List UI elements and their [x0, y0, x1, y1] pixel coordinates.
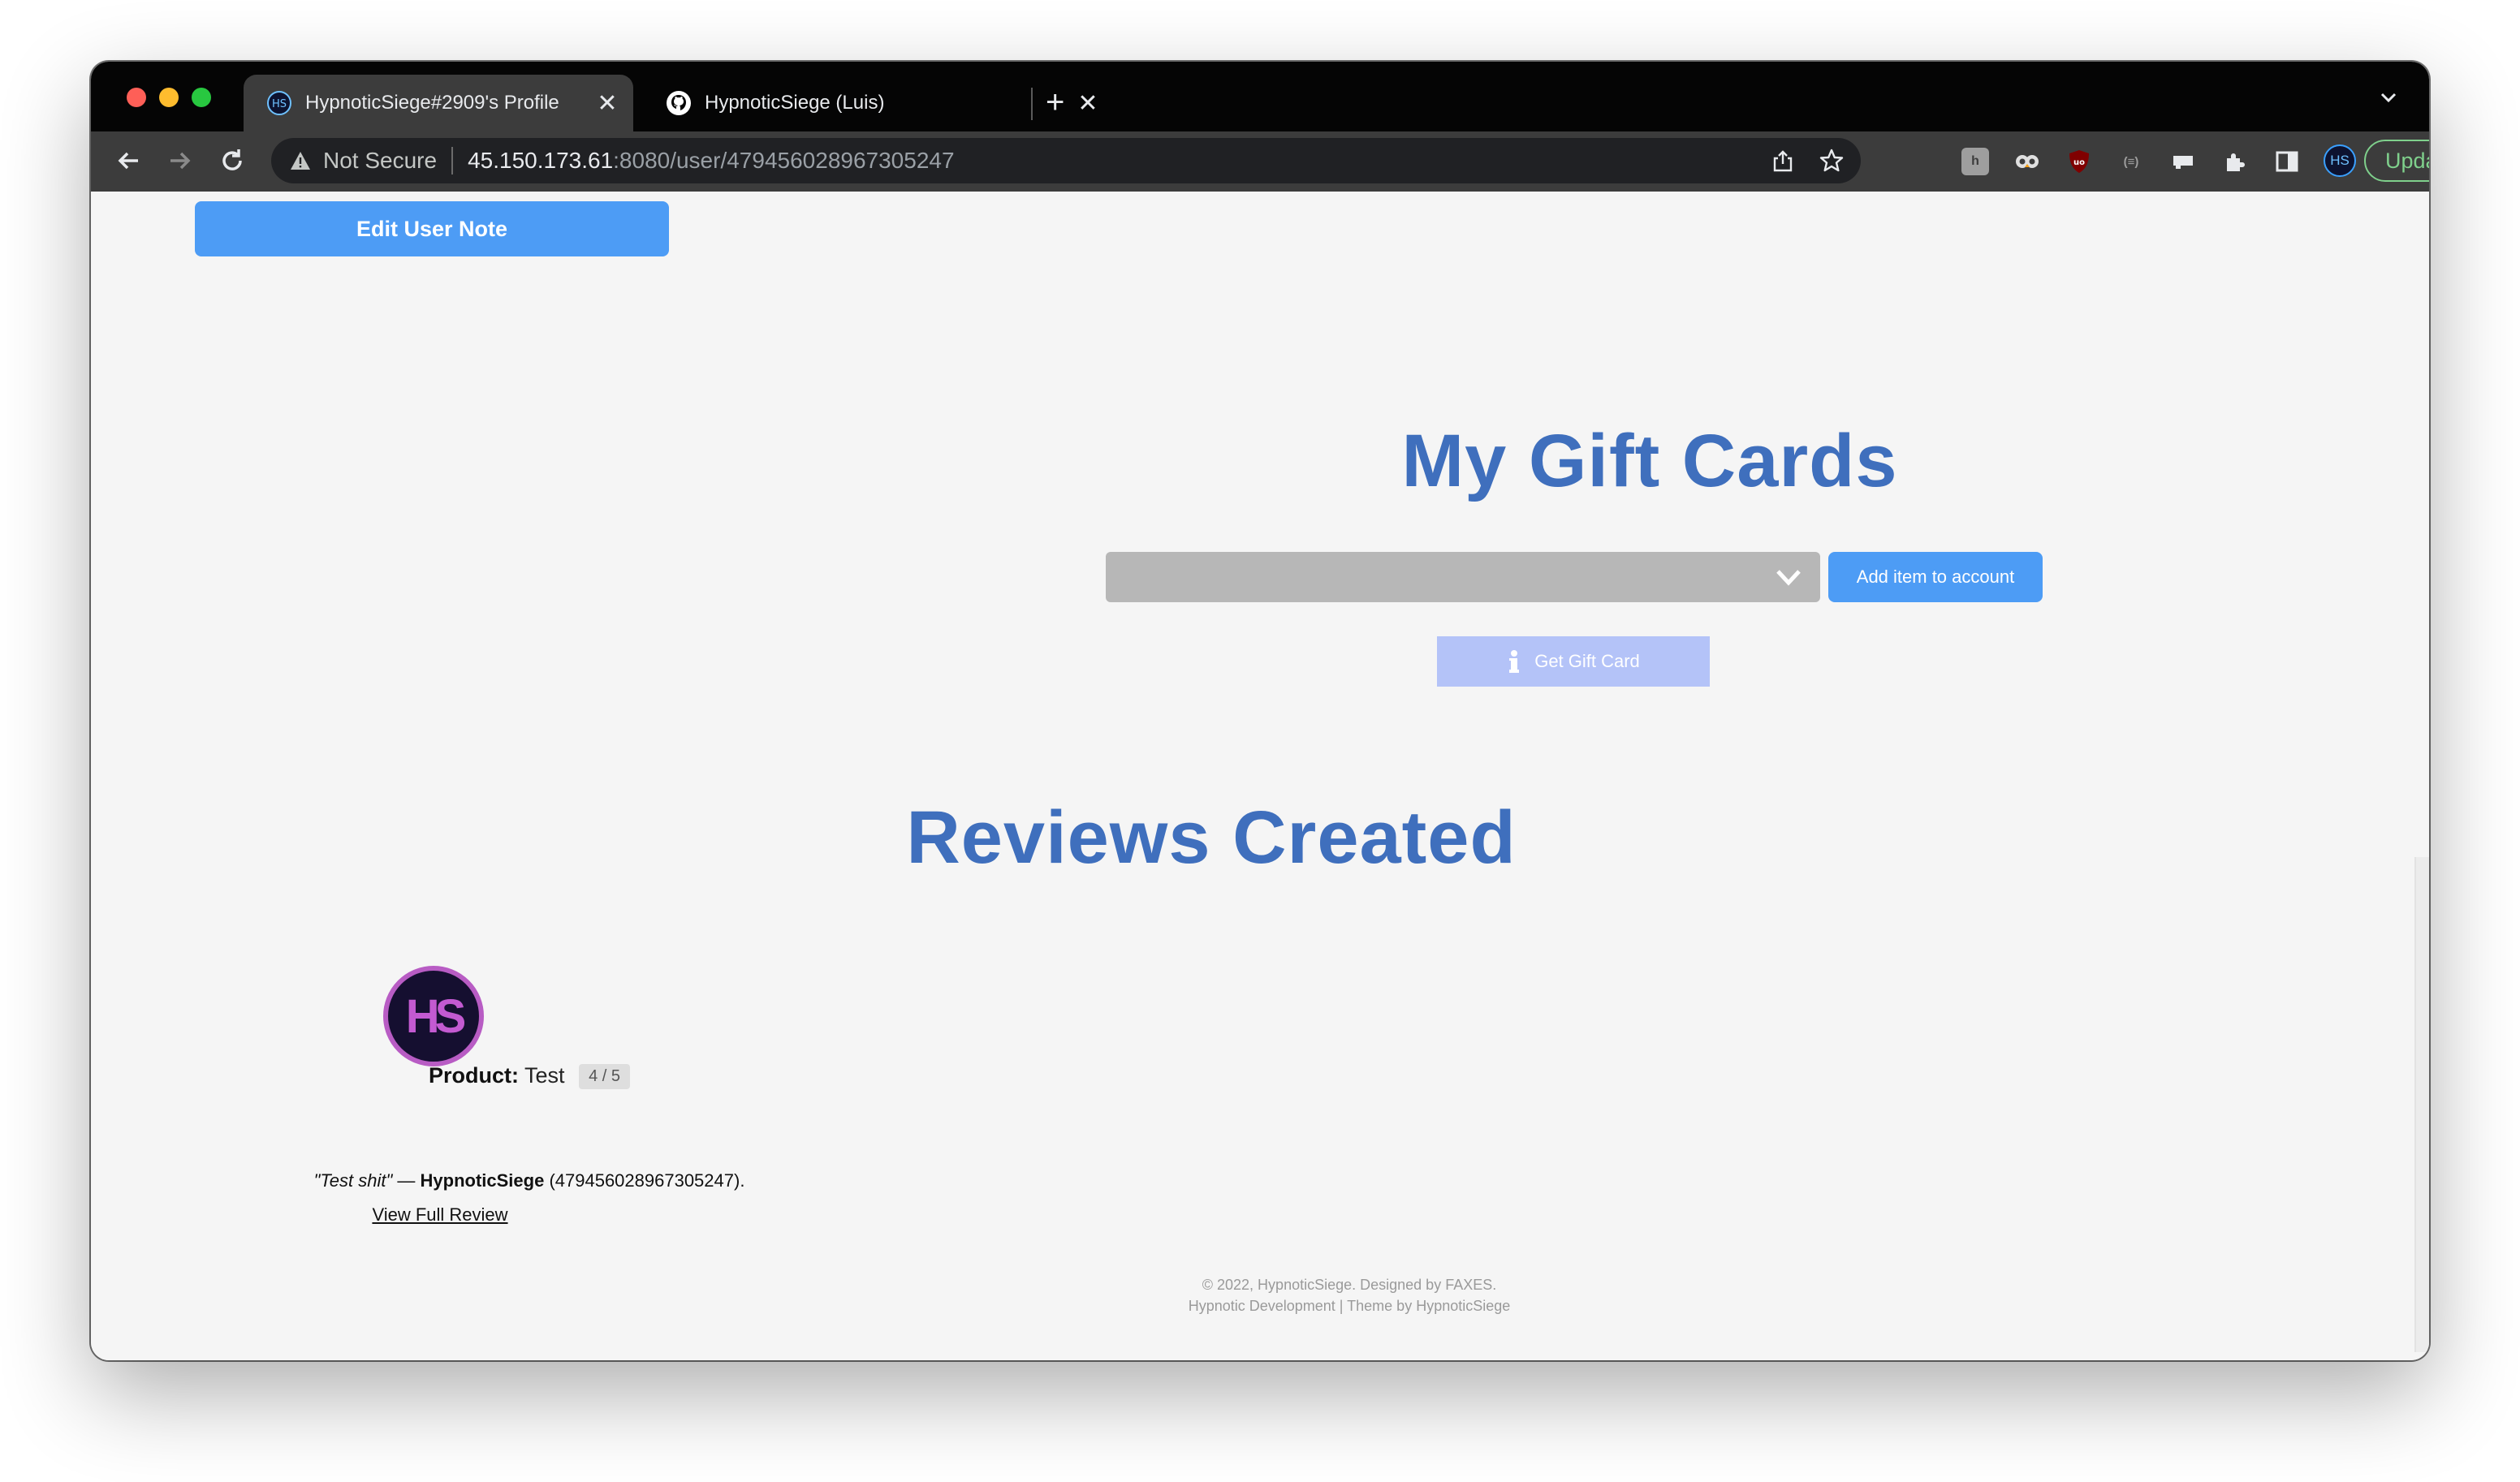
- extension-window-icon[interactable]: [2169, 148, 2197, 175]
- omnibox-divider: [451, 147, 454, 174]
- svg-text:uo: uo: [2073, 158, 2085, 167]
- window-close-button[interactable]: [127, 88, 146, 107]
- reload-icon[interactable]: [216, 144, 248, 177]
- bookmark-star-icon[interactable]: [1819, 148, 1845, 174]
- tab-search-chevron-icon[interactable]: [2377, 86, 2400, 109]
- hypnoticsiege-icon: HS: [267, 91, 291, 115]
- page-content: Edit User Note My Gift Cards Add item to…: [91, 192, 2429, 1360]
- window-minimize-button[interactable]: [159, 88, 179, 107]
- chevron-down-icon: [1776, 570, 1801, 586]
- tab-close-icon[interactable]: ✕: [591, 89, 624, 118]
- back-arrow-icon[interactable]: [112, 144, 145, 177]
- product-name: Test: [524, 1063, 565, 1088]
- review-author: HypnoticSiege: [420, 1170, 545, 1191]
- tab-github[interactable]: HypnoticSiege (Luis) ✕: [643, 75, 1114, 131]
- window-maximize-button[interactable]: [192, 88, 211, 107]
- extension-grey-icon[interactable]: h: [1961, 148, 1989, 175]
- tab-divider: [1031, 88, 1033, 120]
- tab-close-icon[interactable]: ✕: [1072, 89, 1104, 118]
- extension-brackets-icon[interactable]: (≡): [2117, 148, 2145, 175]
- extensions-puzzle-icon[interactable]: [2221, 148, 2249, 175]
- gift-card-select[interactable]: [1106, 552, 1820, 602]
- address-bar[interactable]: Not Secure 45.150.173.61 :8080/user/4794…: [271, 138, 1861, 183]
- reviewer-avatar: HS: [383, 966, 484, 1066]
- url-host: 45.150.173.61: [468, 148, 614, 173]
- avatar-initials: HS: [405, 989, 467, 1043]
- browser-window: HS HypnoticSiege#2909's Profile ✕ Hypnot…: [91, 62, 2429, 1360]
- tab-title: HypnoticSiege (Luis): [705, 92, 885, 114]
- reviews-title: Reviews Created: [906, 796, 1517, 879]
- update-button[interactable]: Update ⋮: [2364, 140, 2429, 182]
- get-gift-card-button[interactable]: Get Gift Card: [1437, 636, 1710, 687]
- ublock-icon[interactable]: uo: [2065, 148, 2093, 175]
- browser-toolbar: Not Secure 45.150.173.61 :8080/user/4794…: [91, 131, 2429, 192]
- extension-owl-icon[interactable]: [2013, 148, 2041, 175]
- edit-user-note-button[interactable]: Edit User Note: [195, 201, 669, 256]
- footer-credits: Hypnotic Development | Theme by Hypnotic…: [1188, 1298, 1511, 1314]
- tab-strip: HS HypnoticSiege#2909's Profile ✕ Hypnot…: [91, 62, 2429, 131]
- profile-avatar[interactable]: HS: [2324, 144, 2356, 177]
- footer-copyright: © 2022, HypnoticSiege. Designed by FAXES…: [1202, 1277, 1497, 1293]
- product-label: Product:: [429, 1063, 519, 1088]
- gift-cards-title: My Gift Cards: [1401, 420, 1898, 502]
- svg-text:HS: HS: [272, 98, 287, 110]
- url-path: :8080/user/479456028967305247: [613, 148, 955, 173]
- side-panel-icon[interactable]: [2273, 148, 2301, 175]
- info-icon: [1509, 650, 1520, 673]
- footer: © 2022, HypnoticSiege. Designed by FAXES…: [1025, 1274, 1674, 1316]
- view-full-review-link[interactable]: View Full Review: [367, 1204, 513, 1226]
- review-product: Product: Test 4 / 5: [286, 1063, 773, 1090]
- tab-profile[interactable]: HS HypnoticSiege#2909's Profile ✕: [244, 75, 633, 131]
- rating-badge: 4 / 5: [579, 1064, 630, 1090]
- quote-text: "Test shit": [313, 1170, 393, 1191]
- tab-title: HypnoticSiege#2909's Profile: [305, 92, 559, 114]
- review-author-id: (479456028967305247).: [544, 1170, 745, 1191]
- new-tab-button[interactable]: +: [1046, 83, 1064, 122]
- quote-dash: —: [392, 1170, 421, 1191]
- scrollbar[interactable]: [2414, 857, 2429, 1352]
- get-gift-card-label: Get Gift Card: [1534, 651, 1640, 671]
- share-icon[interactable]: [1771, 149, 1794, 172]
- review-quote: "Test shit" — HypnoticSiege (47945602896…: [205, 1170, 854, 1191]
- forward-arrow-icon[interactable]: [164, 144, 196, 177]
- update-label: Update: [2385, 148, 2429, 173]
- security-label[interactable]: Not Secure: [323, 148, 437, 174]
- warning-icon[interactable]: [289, 149, 312, 172]
- add-item-button[interactable]: Add item to account: [1828, 552, 2043, 602]
- github-icon: [667, 91, 691, 115]
